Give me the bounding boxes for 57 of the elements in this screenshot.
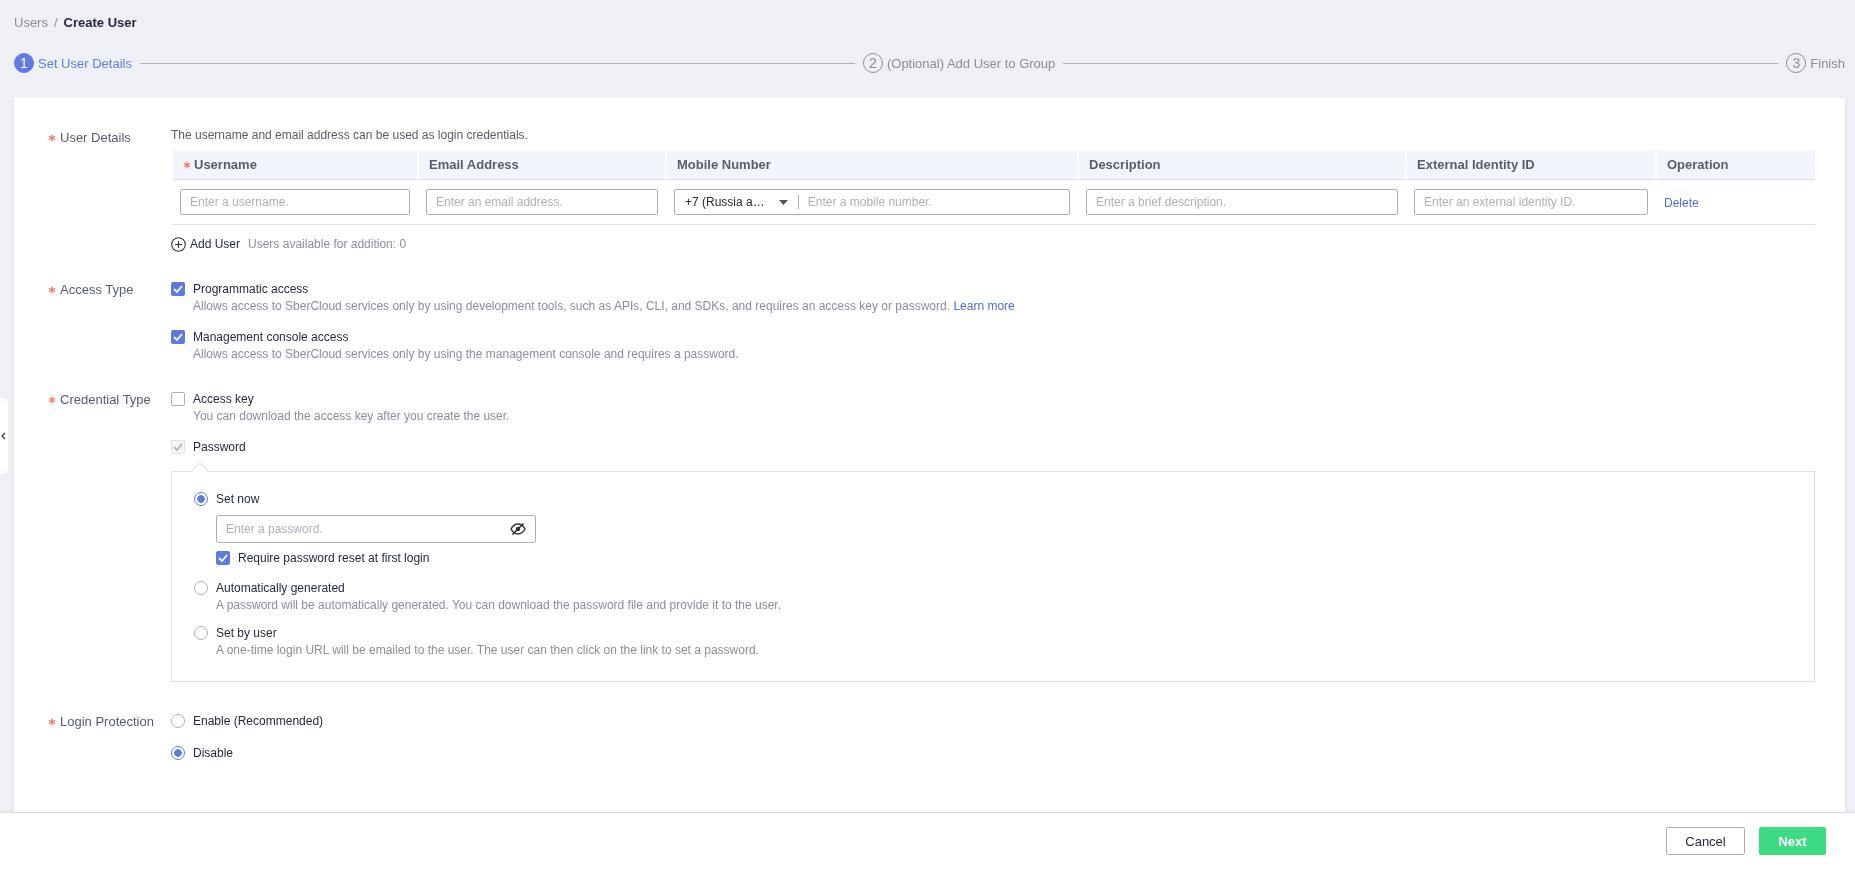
option-label: Automatically generated [216,581,345,595]
caret-icon [778,199,788,205]
step-number: 1 [14,53,34,73]
field-label: Access Type [60,282,134,297]
breadcrumb-separator: / [53,14,58,30]
step-label: Finish [1810,55,1845,71]
input-field[interactable]: Enter an email address. [426,189,658,215]
option-label: Enable (Recommended) [193,714,324,728]
step-label: Set User Details [38,55,132,71]
checkbox[interactable] [216,551,230,565]
column-header: Operation [1656,150,1815,180]
add-user-button[interactable]: Add User [171,236,241,252]
input-field[interactable]: Enter an external identity ID. [1414,189,1648,215]
step-label: (Optional) Add User to Group [886,55,1056,71]
hint-text: The username and email address can be used as login credentials. [171,128,529,142]
column-header: Username [172,150,418,180]
column-header: Mobile Number [666,150,1078,180]
column-header: Description [1078,150,1406,180]
radio-button[interactable] [171,746,185,760]
collapse-handle-icon[interactable] [0,398,8,474]
option-description: A one-time login URL will be emailed to the user. The user can then click on the link to set a password. [216,643,760,657]
radio-button[interactable] [171,714,185,728]
learn-more-link[interactable]: Learn more [953,299,1015,313]
column-header: Email Address [418,150,666,180]
country-dropdown[interactable]: +7 (Russia a… [675,195,799,209]
password-field[interactable]: Enter a password. [216,515,536,543]
checkbox[interactable] [171,282,185,296]
field-label: Login Protection [60,714,154,729]
delete-link[interactable]: Delete [1664,195,1699,210]
radio-button[interactable] [194,492,208,506]
option-description: Allows access to SberCloud services only by using the management console and requires a password. [193,347,740,361]
option-label: Management console access [193,330,349,344]
option-label: Require password reset at first login [238,551,430,565]
option-label: Programmatic access [193,282,309,296]
column-header: External Identity ID [1406,150,1656,180]
option-label: Set by user [216,626,277,640]
radio-button[interactable] [194,581,208,595]
radio-button[interactable] [194,626,208,640]
checkbox[interactable] [171,392,185,406]
eye-slash-icon[interactable] [510,523,526,535]
phone-field[interactable]: +7 (Russia a… Enter a mobile number. [674,189,1070,215]
option-description: You can download the access key after you create the user. [193,409,511,423]
field-label: Credential Type [60,392,151,407]
cancel-button[interactable]: Cancel [1666,827,1745,855]
plus-circle-icon [171,236,186,252]
breadcrumb-item: Create User [63,14,137,30]
option-label: Access key [193,392,254,406]
input-field[interactable]: Enter a username. [180,189,410,215]
field-label: User Details [60,130,131,145]
option-description: Allows access to SberCloud services only by using development tools, such as APIs, CLI, and SDKs, and requires an access key or password. Learn more [193,299,1016,313]
availability-note: Users available for addition: 0 [248,237,407,251]
input-field[interactable]: Enter a brief description. [1086,189,1398,215]
option-label: Password [193,440,246,454]
option-label: Set now [216,492,260,506]
option-description: A password will be automatically generated. You can download the password file and provide it to the user. [216,598,783,612]
checkbox[interactable] [171,330,185,344]
option-label: Disable [193,746,234,760]
